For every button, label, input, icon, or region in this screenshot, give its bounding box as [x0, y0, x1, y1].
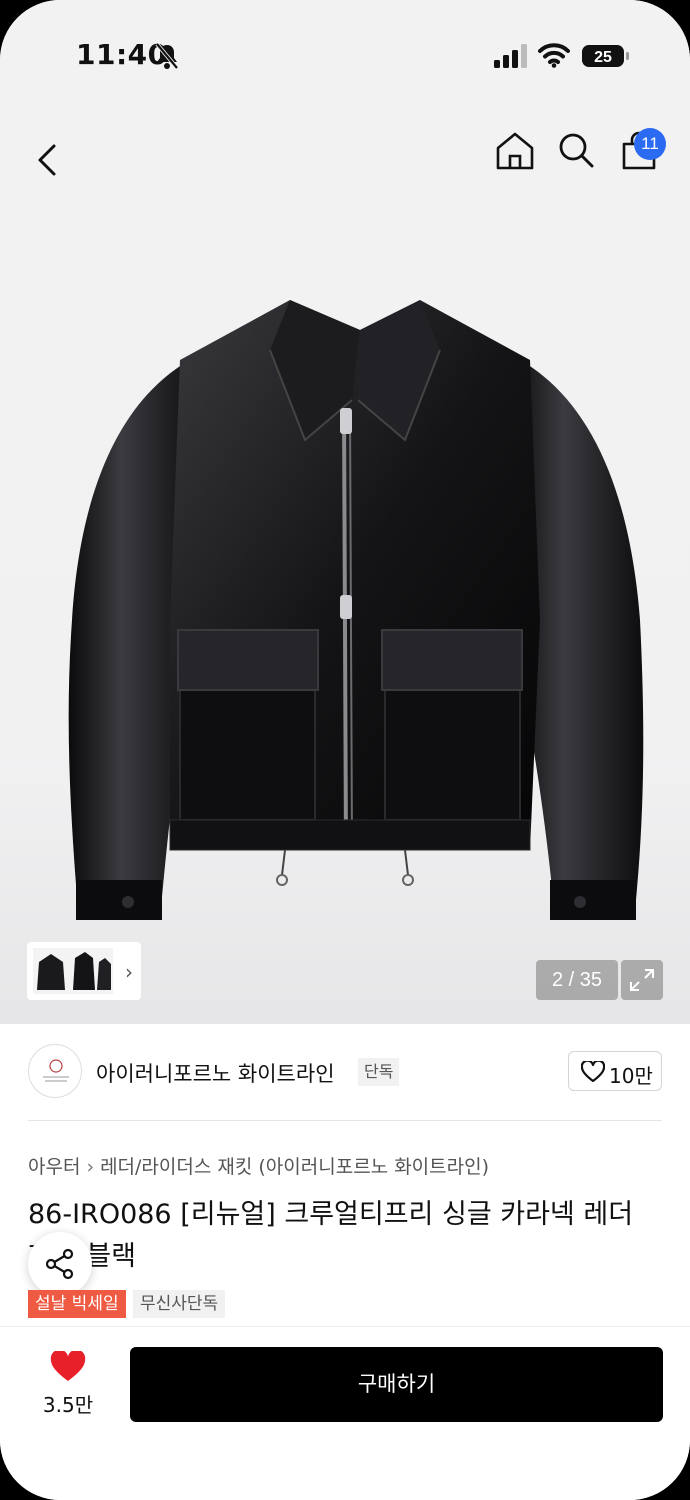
expand-icon — [630, 969, 654, 991]
bell-muted-icon — [155, 42, 179, 70]
cart-count-badge[interactable]: 11 — [634, 128, 666, 160]
like-count: 3.5만 — [42, 1393, 94, 1417]
exclusive-badge: 무신사단독 — [133, 1290, 226, 1318]
wifi-icon — [538, 43, 570, 68]
brand-name[interactable]: 아이러니포르노 화이트라인 — [96, 1058, 335, 1088]
product-title: 86-IRO086 [리뉴얼] 크루얼티프리 싱글 카라넥 레더 재킷 블랙 — [28, 1199, 634, 1272]
image-counter: 2 / 35 — [536, 960, 618, 1000]
battery-icon: 25 — [582, 45, 629, 67]
back-icon[interactable] — [32, 140, 64, 180]
share-icon — [45, 1248, 74, 1280]
brand-like-button[interactable]: 10만 — [568, 1051, 662, 1091]
chevron-right-icon: › — [86, 1156, 95, 1178]
brand-exclusive-tag: 단독 — [358, 1058, 400, 1086]
heart-outline-icon — [581, 1061, 605, 1083]
home-icon[interactable] — [494, 130, 536, 172]
svg-text:25: 25 — [594, 49, 612, 66]
share-button[interactable] — [28, 1232, 92, 1296]
brand-logo[interactable] — [28, 1044, 82, 1098]
thumbnail-image[interactable] — [33, 948, 113, 994]
chevron-right-icon[interactable]: › — [125, 960, 133, 984]
breadcrumb-category[interactable]: 아우터 — [28, 1156, 80, 1178]
phone-screen: 11:40 25 11 › 2 / 35 아이러니포르노 화이트라인 단독 10… — [0, 0, 690, 1500]
sale-badge: 설날 빅세일 — [28, 1290, 126, 1318]
product-jacket-image — [68, 300, 644, 920]
breadcrumb: 아우터 › 레더/라이더스 재킷 (아이러니포르노 화이트라인) — [28, 1152, 489, 1179]
brand-logo-emblem — [43, 1059, 69, 1082]
cellular-signal-icon — [494, 44, 527, 68]
divider — [28, 1120, 662, 1121]
expand-button[interactable] — [621, 960, 663, 1000]
breadcrumb-subcategory[interactable]: 레더/라이더스 재킷 (아이러니포르노 화이트라인) — [100, 1156, 489, 1178]
heart-filled-icon[interactable] — [50, 1351, 86, 1383]
bottom-action-bar: 3.5만 구매하기 — [0, 1326, 690, 1500]
product-image-gallery[interactable]: 11 › 2 / 35 — [0, 110, 690, 1024]
status-bar: 11:40 25 — [0, 0, 690, 110]
search-icon[interactable] — [556, 130, 596, 170]
buy-button[interactable]: 구매하기 — [130, 1347, 663, 1422]
thumbnail-strip[interactable]: › — [27, 942, 141, 1000]
brand-like-count: 10만 — [609, 1064, 653, 1088]
